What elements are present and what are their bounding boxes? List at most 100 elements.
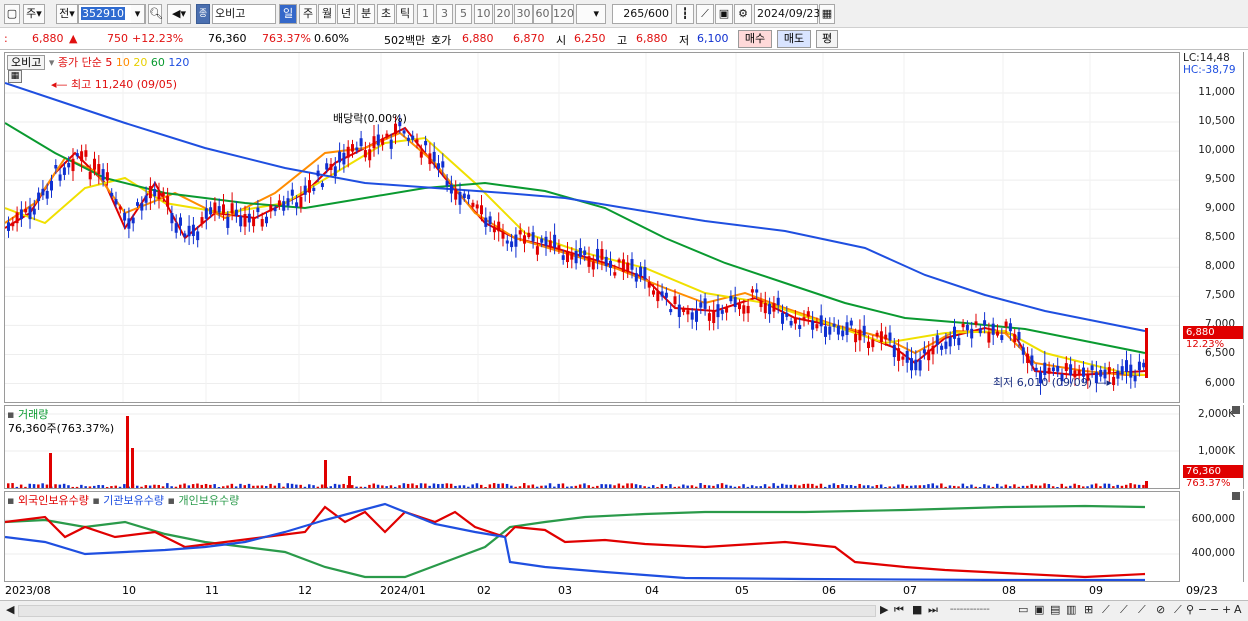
chart-type-select[interactable]: 주▾ [23, 4, 45, 24]
tab-week[interactable]: 주 [299, 4, 317, 24]
eval-button[interactable]: 평 [816, 30, 838, 48]
volume-bar [299, 484, 302, 488]
last-icon[interactable]: ⏭ [928, 603, 938, 617]
sound-icon[interactable]: ◀▾ [167, 4, 191, 24]
volume-bar [363, 486, 367, 488]
volume-bar [781, 483, 784, 488]
font-size-icon[interactable]: A [1234, 603, 1242, 616]
interval-10[interactable]: 10 [474, 4, 493, 24]
volume-bar [574, 485, 578, 488]
candle-body [28, 206, 32, 220]
layout-icon-4[interactable]: ▥ [1066, 603, 1076, 616]
candle-body [62, 167, 66, 175]
layout-icon-3[interactable]: ▤ [1050, 603, 1060, 616]
layout-icon-5[interactable]: ⊞ [1084, 603, 1093, 616]
save-icon[interactable]: ▣ [715, 4, 733, 24]
scroll-left-icon[interactable]: ◀ [6, 603, 14, 616]
stop-icon[interactable]: ■ [912, 603, 922, 616]
code-dropdown-icon[interactable]: ▾ [131, 4, 145, 24]
first-icon[interactable]: ⏮ [894, 603, 904, 617]
prev-select[interactable]: 전▾ [56, 4, 78, 24]
volume-bar [101, 485, 105, 488]
dropdown-icon[interactable]: ▾ [49, 56, 55, 69]
tab-second[interactable]: 초 [377, 4, 395, 24]
interval-30[interactable]: 30 [514, 4, 533, 24]
zoom-reset-icon[interactable]: − [1210, 603, 1219, 616]
zoom-in-icon[interactable]: + [1222, 603, 1231, 616]
zoom-search-icon[interactable]: ⚲ [1186, 603, 1194, 616]
volume-bar [355, 486, 358, 488]
volume-bar [187, 485, 191, 488]
interval-1[interactable]: 1 [417, 4, 434, 24]
candle-body [789, 320, 793, 326]
volume-bar [720, 483, 724, 488]
volume-bar [1125, 484, 1128, 488]
bottom-scrollbar[interactable]: ◀ ▶ ⏮ ■ ⏭ ╌╌╌╌╌╌ ▭ ▣ ▤ ▥ ⊞ ⟋ ⟋ ⟋ ⊘ ⟋ ⚲ −… [0, 600, 1248, 621]
candle-icon[interactable]: ┇ [676, 4, 694, 24]
candle-body [299, 196, 303, 208]
volume-value-label: 76,360주(763.37%) [8, 422, 115, 435]
holding-panel[interactable]: ▪ 외국인보유수량 ▪ 기관보유수량 ▪ 개인보유수량 [4, 491, 1180, 582]
date-input[interactable]: 2024/09/23 [754, 4, 820, 24]
stock-name-field[interactable]: 오비고 [212, 4, 276, 24]
candle-body [776, 297, 780, 305]
draw-icon-1[interactable]: ⟋ [1102, 603, 1110, 617]
candle-body [974, 321, 978, 325]
zoom-slider[interactable]: ╌╌╌╌╌╌ [950, 603, 990, 616]
price-legend: 오비고 ▾ 종가 단순 5 10 20 60 120 [7, 54, 189, 70]
search-icon[interactable]: 🔍︎ [148, 4, 163, 24]
buy-button[interactable]: 매수 [738, 30, 772, 48]
volume-bar [1043, 483, 1046, 488]
candle-body [41, 188, 45, 196]
tab-tick[interactable]: 틱 [396, 4, 414, 24]
price-chart-panel[interactable]: 오비고 ▾ 종가 단순 5 10 20 60 120 ▦ ◂— 최고 11,24… [4, 52, 1180, 403]
volume-bar [71, 486, 74, 488]
volume-bar [1094, 483, 1098, 488]
draw-icon-4[interactable]: ⊘ [1156, 603, 1165, 616]
candle-body [312, 187, 316, 191]
count-input[interactable]: 265/600 [612, 4, 672, 24]
volume-bar [394, 486, 397, 488]
draw-icon-5[interactable]: ⟋ [1174, 603, 1182, 617]
volume-panel[interactable]: ▪ 거래량 76,360주(763.37%) [4, 405, 1180, 489]
panel-close-icon[interactable] [1232, 406, 1240, 414]
volume-bar [1120, 485, 1124, 488]
tab-day[interactable]: 일 [279, 4, 297, 24]
draw-tool-icon[interactable]: ⟋ [696, 4, 714, 24]
candle-body [798, 324, 802, 329]
interval-60[interactable]: 60 [533, 4, 552, 24]
volume-bar [174, 486, 178, 488]
volume-bar [501, 483, 504, 488]
zoom-out-icon[interactable]: − [1198, 603, 1207, 616]
scroll-track[interactable] [18, 605, 876, 617]
x-label-13: 09/23 [1186, 584, 1218, 597]
scroll-right-icon[interactable]: ▶ [880, 603, 888, 616]
calendar-icon[interactable]: ▦ [819, 4, 835, 24]
gear-icon[interactable]: ⚙ [734, 4, 752, 24]
volume-bar [901, 484, 904, 488]
grid-icon[interactable]: ▦ [8, 70, 22, 83]
stock-name-tag[interactable]: 오비고 [7, 55, 46, 70]
candle-body [497, 221, 501, 232]
layout-icon-2[interactable]: ▣ [1034, 603, 1044, 616]
tab-year[interactable]: 년 [337, 4, 355, 24]
draw-icon-3[interactable]: ⟋ [1138, 603, 1146, 617]
interval-3[interactable]: 3 [436, 4, 453, 24]
layout-icon-1[interactable]: ▭ [1018, 603, 1028, 616]
interval-120[interactable]: 120 [552, 4, 574, 24]
draw-icon-2[interactable]: ⟋ [1120, 603, 1128, 617]
volume-bar [114, 485, 117, 488]
window-icon[interactable]: ▢ [4, 4, 20, 24]
candle-body [24, 208, 28, 213]
candle-body [1004, 321, 1008, 327]
x-label-8: 05 [735, 584, 749, 597]
volume-bar [591, 486, 595, 488]
panel-close-icon-2[interactable] [1232, 492, 1240, 500]
sell-button[interactable]: 매도 [777, 30, 811, 48]
tab-month[interactable]: 월 [318, 4, 336, 24]
interval-5[interactable]: 5 [455, 4, 472, 24]
volume-bar [742, 484, 745, 488]
interval-custom-select[interactable]: ▾ [576, 4, 606, 24]
interval-20[interactable]: 20 [494, 4, 513, 24]
tab-minute[interactable]: 분 [357, 4, 375, 24]
